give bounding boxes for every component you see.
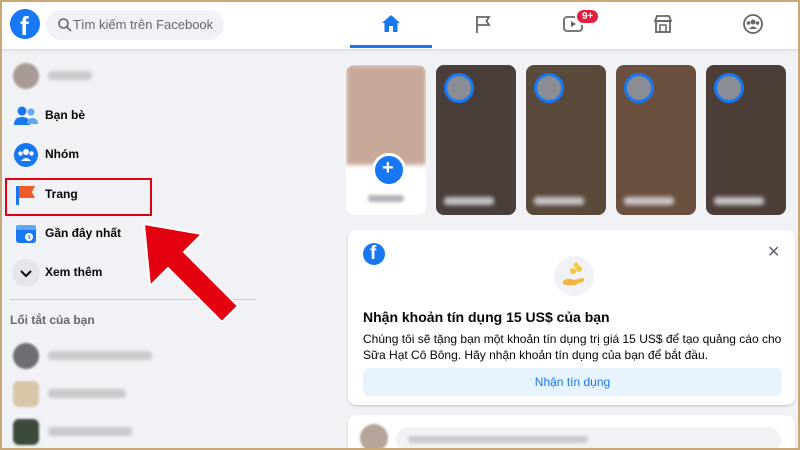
shortcut-item[interactable] <box>8 414 258 448</box>
tab-marketplace[interactable] <box>622 2 704 48</box>
friends-icon <box>14 106 38 125</box>
recent-feed-icon <box>16 225 36 243</box>
red-arrow-annotation <box>142 222 240 322</box>
notification-badge: 9+ <box>575 8 601 25</box>
avatar <box>13 343 39 369</box>
profile-photo <box>346 65 426 165</box>
search-icon <box>58 18 72 32</box>
create-story-card[interactable]: + <box>346 65 426 215</box>
story-avatar <box>444 73 474 103</box>
promo-description: Chúng tôi sẽ tặng bạn một khoản tín dụng… <box>363 332 782 362</box>
sidebar-item-label: Bạn bè <box>45 108 86 122</box>
blurred-shortcut-name <box>48 389 126 398</box>
sidebar-item-label: Gần đây nhất <box>45 226 122 240</box>
top-navigation-bar: f Tìm kiếm trên Facebook 9+ <box>2 2 798 50</box>
story-card[interactable] <box>706 65 786 215</box>
blurred-caption <box>624 197 674 205</box>
story-avatar <box>624 73 654 103</box>
stories-row: + <box>346 65 786 215</box>
facebook-window: f Tìm kiếm trên Facebook 9+ Bạn bè Nhóm … <box>2 2 798 448</box>
blurred-shortcut-name <box>48 427 132 436</box>
blurred-caption <box>534 197 584 205</box>
avatar <box>13 381 39 407</box>
blurred-caption <box>714 197 764 205</box>
profile-shortcut[interactable] <box>8 58 258 94</box>
sidebar-item-friends[interactable]: Bạn bè <box>8 98 258 134</box>
search-input[interactable]: Tìm kiếm trên Facebook <box>46 10 224 40</box>
create-post-box[interactable] <box>348 415 795 448</box>
sidebar-item-label: Xem thêm <box>45 265 103 279</box>
store-icon <box>653 15 673 33</box>
hand-coins-icon <box>554 256 594 296</box>
add-story-button[interactable]: + <box>372 153 406 187</box>
groups-icon <box>14 143 38 167</box>
facebook-logo-icon: f <box>363 243 385 265</box>
blurred-caption <box>368 195 404 202</box>
shortcut-item[interactable] <box>8 338 258 374</box>
story-avatar <box>714 73 744 103</box>
story-card[interactable] <box>436 65 516 215</box>
blurred-placeholder <box>408 436 588 443</box>
story-avatar <box>534 73 564 103</box>
claim-credit-label: Nhận tín dụng <box>534 375 611 389</box>
flag-icon <box>476 16 491 33</box>
story-card[interactable] <box>526 65 606 215</box>
avatar <box>13 63 39 89</box>
tab-pages[interactable] <box>442 2 524 48</box>
facebook-logo[interactable]: f <box>10 9 40 41</box>
story-card[interactable] <box>616 65 696 215</box>
avatar <box>13 419 39 445</box>
avatar <box>360 424 388 448</box>
highlight-box <box>5 178 152 216</box>
close-icon[interactable]: ✕ <box>767 242 780 262</box>
post-input[interactable] <box>396 427 781 448</box>
shortcut-item[interactable] <box>8 376 258 412</box>
home-icon <box>382 15 400 32</box>
blurred-profile-name <box>48 71 92 80</box>
sidebar-item-label: Nhóm <box>45 147 79 161</box>
blurred-caption <box>444 197 494 205</box>
tab-groups[interactable] <box>712 2 794 48</box>
ad-credit-promo-card: f ✕ Nhận khoản tín dụng 15 US$ của bạn C… <box>348 230 795 405</box>
search-placeholder: Tìm kiếm trên Facebook <box>73 17 214 32</box>
sidebar-item-groups[interactable]: Nhóm <box>8 137 258 173</box>
see-more-button <box>12 259 40 287</box>
shortcuts-title: Lối tắt của bạn <box>10 313 95 327</box>
tab-watch[interactable]: 9+ <box>532 2 614 48</box>
chevron-down-icon <box>20 270 32 278</box>
tab-home[interactable] <box>350 2 432 48</box>
claim-credit-button[interactable]: Nhận tín dụng <box>363 368 782 396</box>
promo-title: Nhận khoản tín dụng 15 US$ của bạn <box>363 309 610 325</box>
blurred-shortcut-name <box>48 351 152 360</box>
groups-icon <box>743 14 763 34</box>
